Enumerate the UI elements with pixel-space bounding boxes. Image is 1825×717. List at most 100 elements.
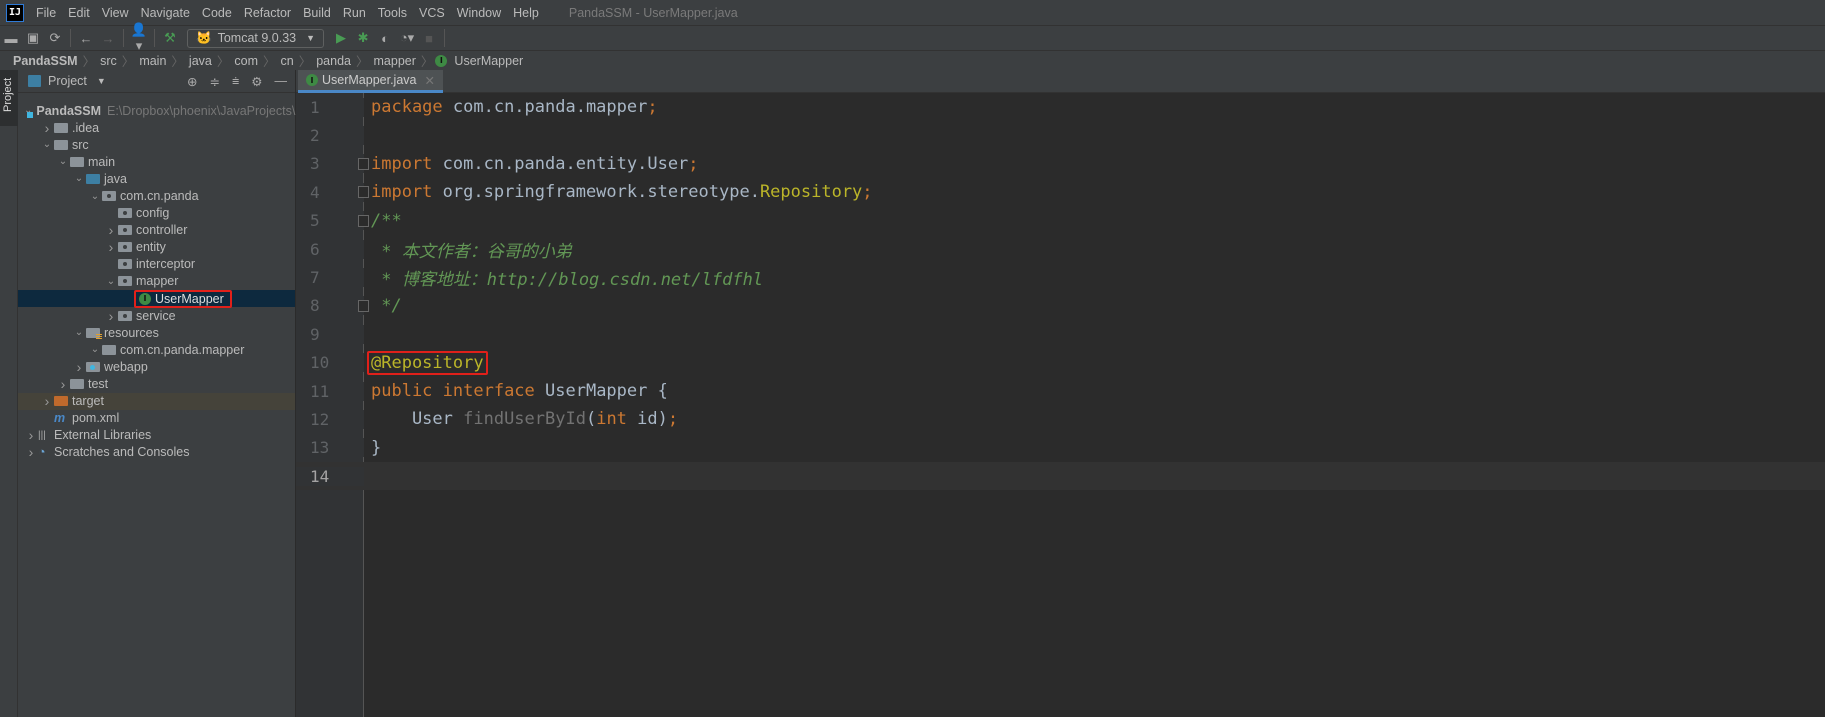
chevron-right-icon[interactable]: ›: [24, 444, 38, 460]
fold-icon[interactable]: [358, 299, 369, 312]
chevron-right-icon[interactable]: ›: [104, 239, 118, 255]
folder-icon: [102, 344, 116, 355]
fold-icon[interactable]: [358, 157, 369, 170]
breadcrumb-item[interactable]: panda: [313, 54, 354, 68]
tree-item[interactable]: ⌄ mapper: [18, 273, 295, 290]
back-icon[interactable]: ←: [75, 31, 97, 46]
chevron-right-icon[interactable]: ›: [40, 393, 54, 409]
menu-edit[interactable]: Edit: [62, 6, 96, 20]
main-toolbar: ▬ ▣ ⟳ ← → 👤▾ ⚒ 🐱 Tomcat 9.0.33 ▼ ▶ ✱ ◐ ◔…: [0, 22, 1825, 53]
chevron-down-icon[interactable]: ⌄: [72, 173, 86, 184]
profile-icon[interactable]: ◔▾: [396, 30, 418, 46]
minimize-icon[interactable]: —: [275, 74, 288, 89]
tree-item[interactable]: › entity: [18, 239, 295, 256]
chevron-down-icon[interactable]: ⌄: [40, 139, 54, 150]
run-icon[interactable]: ▶: [330, 30, 352, 46]
folder-icon: [86, 327, 102, 340]
tree-item[interactable]: interceptor: [18, 256, 295, 273]
tree-item[interactable]: I UserMapper: [18, 289, 295, 308]
tree-item[interactable]: config: [18, 205, 295, 222]
menu-code[interactable]: Code: [196, 6, 238, 20]
tree-item[interactable]: › ||| External Libraries: [18, 427, 295, 444]
tree-item-label: resources: [104, 325, 159, 340]
tree-item-label: controller: [136, 223, 188, 238]
tree-item[interactable]: m pom.xml: [18, 410, 295, 427]
chevron-down-icon[interactable]: ⌄: [88, 344, 102, 355]
menu-navigate[interactable]: Navigate: [135, 6, 196, 20]
tree-item[interactable]: › service: [18, 307, 295, 324]
coverage-icon[interactable]: ◐: [374, 31, 396, 46]
tree-item[interactable]: › test: [18, 376, 295, 393]
tree-item[interactable]: › .idea: [18, 119, 295, 136]
menu-window[interactable]: Window: [451, 6, 507, 20]
code-editor[interactable]: 1 package com.cn.panda.mapper; 2 3 import co…: [296, 93, 1825, 491]
tree-item[interactable]: › controller: [18, 222, 295, 239]
breadcrumb-item[interactable]: PandaSSM: [10, 54, 81, 68]
menu-file[interactable]: File: [30, 6, 62, 20]
tree-item[interactable]: ⌄ main: [18, 153, 295, 170]
chevron-right-icon[interactable]: ›: [72, 359, 86, 375]
collapse-all-icon[interactable]: ⩧: [232, 74, 239, 89]
fold-icon[interactable]: [358, 186, 369, 199]
tree-item[interactable]: ⌄ resources: [18, 324, 295, 341]
tree-item[interactable]: › target: [18, 392, 295, 410]
run-config-dropdown[interactable]: 🐱 Tomcat 9.0.33 ▼: [187, 28, 325, 48]
chevron-right-icon[interactable]: ›: [40, 120, 54, 136]
menu-tools[interactable]: Tools: [372, 6, 413, 20]
code-line: 9: [296, 320, 1825, 348]
chevron-right-icon[interactable]: ›: [104, 222, 118, 238]
line-number: 7: [296, 268, 364, 288]
menu-vcs[interactable]: VCS: [413, 6, 451, 20]
close-icon[interactable]: ✕: [425, 73, 435, 88]
menu-build[interactable]: Build: [297, 6, 337, 20]
project-tool-tab[interactable]: Project: [0, 70, 18, 126]
breadcrumb-item[interactable]: com: [231, 54, 261, 68]
tree-item[interactable]: ⌄ com.cn.panda: [18, 187, 295, 204]
debug-icon[interactable]: ✱: [352, 30, 374, 46]
breadcrumb-item[interactable]: cn: [278, 54, 297, 68]
forward-icon[interactable]: →: [97, 31, 119, 46]
gear-icon[interactable]: ⚙: [251, 74, 262, 89]
chevron-down-icon[interactable]: ⌄: [72, 327, 86, 338]
folder-icon: [54, 122, 68, 133]
menu-refactor[interactable]: Refactor: [238, 6, 297, 20]
open-folder-icon[interactable]: ▬: [0, 31, 22, 46]
tree-item[interactable]: › ◔ Scratches and Consoles: [18, 444, 295, 461]
breadcrumb-item[interactable]: java: [186, 54, 215, 68]
save-icon[interactable]: ▣: [22, 30, 44, 46]
chevron-right-icon[interactable]: ›: [56, 376, 70, 392]
menu-view[interactable]: View: [96, 6, 135, 20]
tree-item[interactable]: ⌄ src: [18, 136, 295, 153]
menu-run[interactable]: Run: [337, 6, 372, 20]
window-title: PandaSSM - UserMapper.java: [568, 5, 738, 20]
tree-item[interactable]: ⌄ PandaSSM E:\Dropbox\phoenix\JavaProjects…: [18, 102, 311, 119]
chevron-right-icon[interactable]: ›: [24, 427, 38, 443]
breadcrumb-item[interactable]: mapper: [371, 54, 419, 68]
fold-icon[interactable]: [358, 214, 369, 227]
chevron-right-icon[interactable]: ›: [104, 308, 118, 324]
breadcrumb-item[interactable]: src: [97, 54, 120, 68]
tree-item[interactable]: › webapp: [18, 358, 295, 375]
sync-icon[interactable]: ⟳: [44, 30, 66, 46]
code-token: package: [371, 97, 453, 118]
chevron-down-icon[interactable]: ⌄: [56, 156, 70, 167]
tab-usermapper-java[interactable]: I UserMapper.java ✕: [298, 70, 443, 93]
menu-bar: IJ File Edit View Navigate Code Refactor Build…: [0, 0, 1825, 25]
chevron-down-icon[interactable]: ▼: [97, 76, 106, 86]
chevron-down-icon[interactable]: ⌄: [88, 191, 102, 202]
locate-icon[interactable]: ⊕: [187, 74, 197, 89]
code-token: id): [637, 409, 668, 430]
breadcrumb-item[interactable]: main: [136, 54, 169, 68]
tree-item[interactable]: ⌄ java: [18, 170, 295, 187]
build-hammer-icon[interactable]: ⚒: [159, 30, 181, 46]
project-view-dropdown[interactable]: Project: [48, 74, 87, 88]
breadcrumb-item[interactable]: UserMapper: [451, 54, 526, 68]
menu-help[interactable]: Help: [507, 6, 545, 20]
breadcrumb-separator-icon: 〉: [171, 55, 184, 69]
tree-item[interactable]: ⌄ com.cn.panda.mapper: [18, 341, 295, 358]
chevron-down-icon[interactable]: ⌄: [104, 276, 118, 287]
chevron-down-icon: ▼: [306, 33, 316, 43]
breadcrumb-separator-icon: 〉: [216, 55, 230, 69]
stop-icon[interactable]: ■: [418, 31, 440, 46]
expand-all-icon[interactable]: ≑: [209, 74, 219, 89]
